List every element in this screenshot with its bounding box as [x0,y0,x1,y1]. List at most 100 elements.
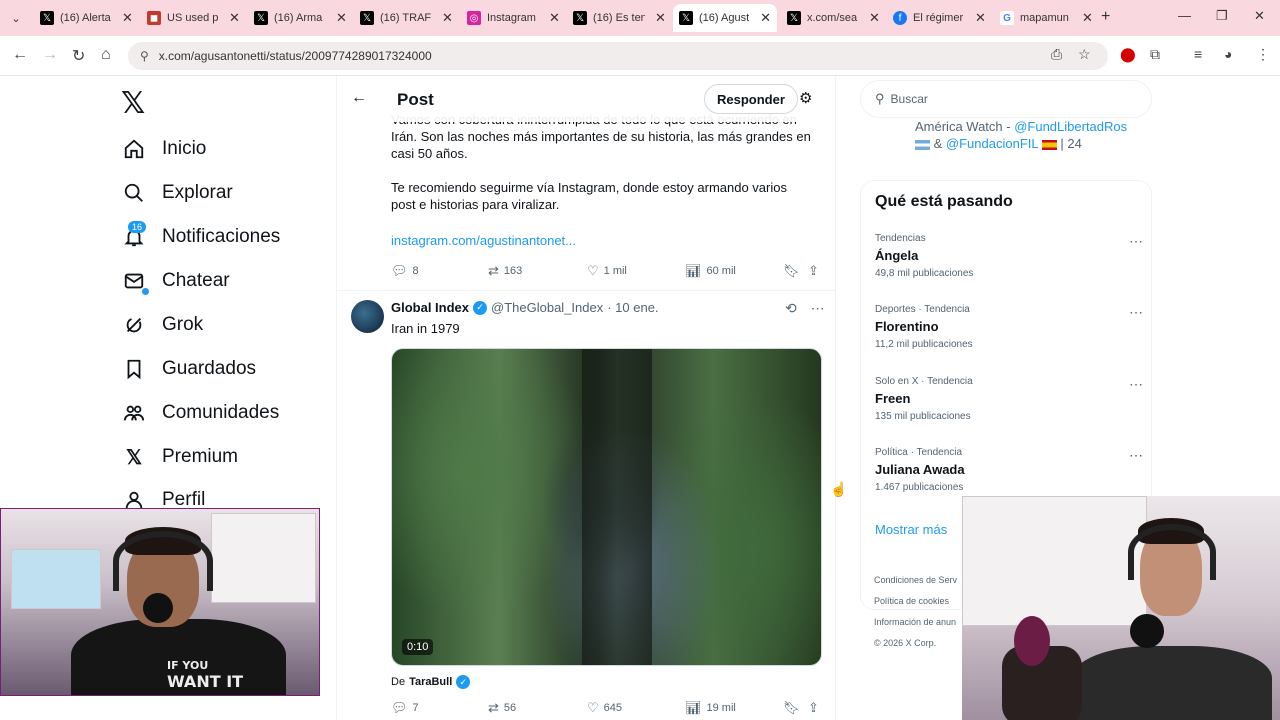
tweet-actions: 💬︎ 7 ⇄ 56 ♡ 645 📊︎ 19 mil 🔖︎ ⇪ [391,700,821,718]
close-icon[interactable]: ✕ [975,10,986,26]
share-button[interactable]: ⇪ [808,263,824,279]
close-icon[interactable]: ✕ [869,10,880,26]
more-options-icon[interactable]: ⋯ [1129,304,1143,321]
trend-item[interactable]: Política · Tendencia Juliana Awada 1.467… [875,447,1143,493]
media-controls-icon[interactable]: ≡ [1194,46,1202,62]
more-options-icon[interactable]: ⋯ [1129,233,1143,250]
trend-item[interactable]: Solo en X · Tendencia Freen 135 mil publ… [875,376,1143,422]
sidebar-item-chatear[interactable]: Chatear [122,266,230,296]
browser-menu-icon[interactable]: ⋮ [1256,46,1270,63]
instagram-link[interactable]: instagram.com/agustinantonet... [391,233,576,248]
bookmark-button[interactable]: 🔖︎ [783,263,805,279]
views-button[interactable]: 📊︎ 19 mil [685,700,736,716]
repost-button[interactable]: ⇄ 56 [488,700,516,716]
repost-button[interactable]: ⇄ 163 [488,263,522,279]
search-input[interactable]: ⚲ Buscar [860,80,1152,118]
trend-item[interactable]: Deportes · Tendencia Florentino 11,2 mil… [875,304,1143,350]
microphone [143,593,173,623]
back-arrow-icon[interactable]: ← [351,89,367,107]
close-icon[interactable]: ✕ [760,10,771,26]
grok-icon[interactable]: ⟲ [785,300,797,316]
tab-search-icon[interactable]: ⌄ [6,8,26,28]
browser-tab[interactable]: ◎ Instagram ✕ [461,4,566,32]
x-premium-icon: 𝕏 [125,446,143,469]
from-user[interactable]: TaraBull [409,676,452,688]
reply-button[interactable]: 💬︎ 8 [391,263,419,279]
like-button[interactable]: ♡ 645 [587,700,622,716]
new-tab-button[interactable]: + [1101,8,1110,26]
forward-icon[interactable]: → [42,46,58,64]
tweet-date[interactable]: · 10 ene. [607,300,658,315]
x-logo-icon[interactable]: 𝕏 [121,86,145,121]
install-app-icon[interactable]: ⎙ [1051,46,1062,63]
minimize-icon[interactable]: — [1178,8,1191,23]
close-icon[interactable]: ✕ [229,10,240,26]
bookmark-star-icon[interactable]: ☆ [1078,46,1091,63]
sidebar-item-comunidades[interactable]: Comunidades [122,398,279,428]
sidebar-item-premium[interactable]: 𝕏 Premium [122,442,238,472]
show-more-link[interactable]: Mostrar más [875,522,947,537]
browser-tab[interactable]: 𝕏 (16) Arma ✕ [248,4,353,32]
url-input[interactable]: ⚲ x.com/agusantonetti/status/20097742890… [128,42,1108,70]
more-options-icon[interactable]: ⋯ [1129,447,1143,464]
close-icon[interactable]: ✕ [549,10,560,26]
opera-extension-icon[interactable]: ⬤ [1120,46,1136,63]
share-button[interactable]: ⇪ [808,700,824,716]
settings-sliders-icon[interactable]: ⚙ [799,89,812,107]
bookmark-button[interactable]: 🔖︎ [783,700,805,716]
reply-header-button[interactable]: Responder [704,84,798,114]
more-options-icon[interactable]: ⋯ [1129,376,1143,393]
site-info-icon[interactable]: ⚲ [140,49,149,63]
footer-link[interactable]: Información de anun [874,612,957,633]
close-icon[interactable]: ✕ [1082,10,1093,26]
browser-tab[interactable]: 𝕏 (16) Alerta ✕ [34,4,139,32]
browser-tab[interactable]: ◼ US used p ✕ [141,4,246,32]
browser-tab[interactable]: f El régimer ✕ [887,4,992,32]
footer-link[interactable]: Condiciones de Serv [874,570,957,591]
browser-tab-active[interactable]: 𝕏 (16) Agust ✕ [673,4,777,32]
like-button[interactable]: ♡ 1 mil [587,263,627,279]
sponsor-link[interactable]: @FundLibertadRos [1014,119,1127,134]
microphone [1130,614,1164,648]
tweet-video[interactable]: 0:10 [391,348,822,666]
tweet-author-handle[interactable]: @TheGlobal_Index [491,300,603,315]
sidebar-item-explorar[interactable]: Explorar [122,178,233,208]
back-icon[interactable]: ← [12,46,28,64]
red-square-icon: ◼ [147,11,161,25]
bookmark-icon: 🔖︎ [783,263,800,278]
sidebar-item-guardados[interactable]: Guardados [122,354,256,384]
tweet-author-name[interactable]: Global Index [391,300,469,315]
trend-item[interactable]: Tendencias Ángela 49,8 mil publicaciones… [875,233,1143,279]
profile-avatar-icon[interactable]: ◕ [1224,46,1232,62]
close-icon[interactable]: ✕ [442,10,453,26]
whiteboard [211,513,316,603]
sponsor-prefix: América Watch - [915,119,1015,134]
close-icon[interactable]: ✕ [336,10,347,26]
views-button[interactable]: 📊︎ 60 mil [685,263,736,279]
tab-title: mapamun [1020,12,1069,24]
trend-count: 49,8 mil publicaciones [875,268,974,279]
browser-tab[interactable]: 𝕏 (16) Es ten ✕ [567,4,672,32]
close-window-icon[interactable]: ✕ [1254,8,1265,24]
reload-icon[interactable]: ↻ [72,46,85,66]
footer-link[interactable]: Política de cookies [874,591,957,612]
home-icon[interactable]: ⌂ [101,46,111,64]
sidebar-item-grok[interactable]: Grok [122,310,203,340]
browser-tab[interactable]: 𝕏 x.com/sea ✕ [781,4,886,32]
like-count: 645 [603,702,623,714]
tab-title: x.com/sea [807,12,858,24]
sponsor-link[interactable]: @FundacionFIL [946,136,1038,151]
avatar[interactable] [351,300,384,333]
close-icon[interactable]: ✕ [122,10,133,26]
maximize-icon[interactable]: ❐ [1216,8,1228,24]
browser-tab[interactable]: G mapamun ✕ [994,4,1099,32]
bookmark-icon [122,357,146,381]
sidebar-item-inicio[interactable]: Inicio [122,134,206,164]
tab-title: (16) TRAFI [380,12,432,24]
browser-tab[interactable]: 𝕏 (16) TRAFI ✕ [354,4,459,32]
extensions-icon[interactable]: ⧉ [1150,46,1160,63]
argentina-flag-icon [915,139,930,150]
reply-button[interactable]: 💬︎ 7 [391,700,419,716]
close-icon[interactable]: ✕ [655,10,666,26]
more-options-icon[interactable]: ⋯ [811,300,825,316]
